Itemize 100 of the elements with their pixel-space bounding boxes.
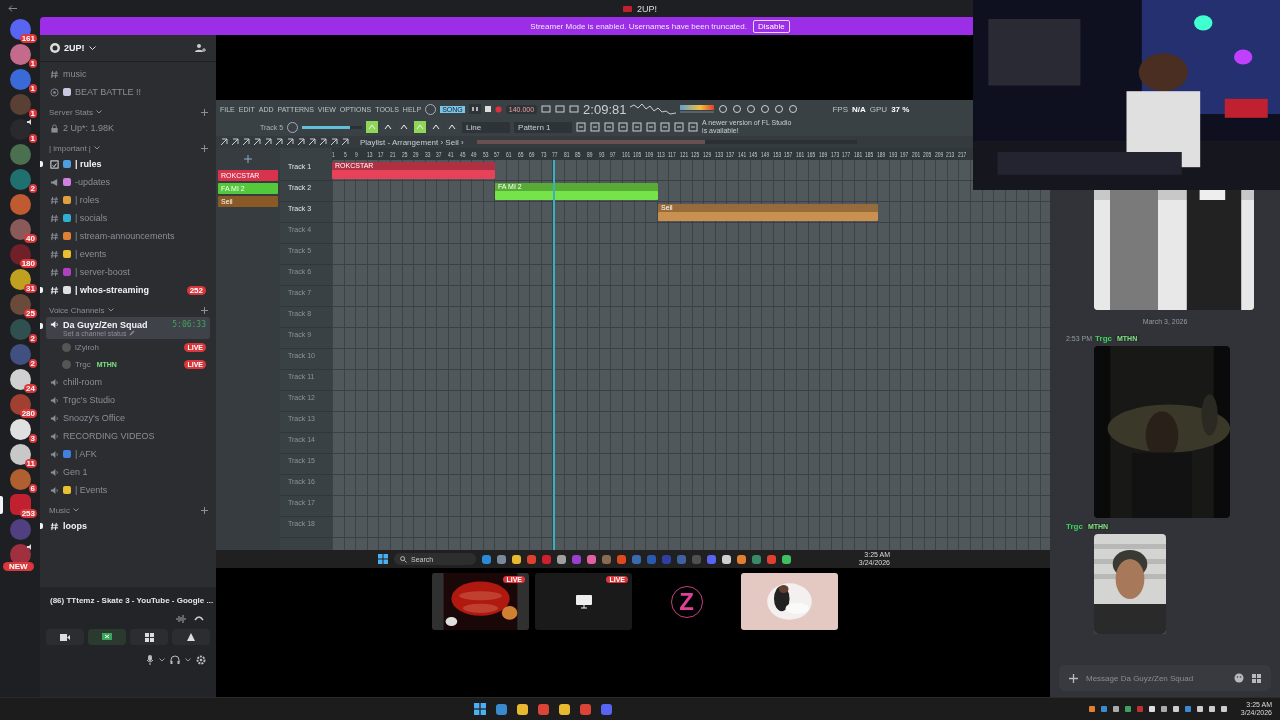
channel-item[interactable]: Snoozy's Office <box>46 409 210 427</box>
stream-title[interactable]: (86) TTtemz - Skate 3 - YouTube - Google ... <box>50 595 214 605</box>
tool-icon[interactable] <box>231 138 239 146</box>
plus-icon[interactable] <box>201 108 208 116</box>
channel-item[interactable]: | roles <box>46 191 210 209</box>
channel-item[interactable]: | AFK <box>46 445 210 463</box>
plus-icon[interactable] <box>1069 673 1078 683</box>
channel-item[interactable]: music <box>46 65 210 83</box>
plus-icon[interactable] <box>201 144 208 152</box>
start-icon[interactable] <box>378 554 388 564</box>
toolbar-icon[interactable] <box>746 104 757 114</box>
channel-item[interactable]: BEAT BATTLE !! <box>46 83 210 101</box>
snap-dropdown[interactable]: Line <box>462 121 511 133</box>
pencil-icon[interactable] <box>129 330 136 336</box>
channel-item[interactable]: RECORDING VIDEOS <box>46 427 210 445</box>
channel-item[interactable]: | server-boost <box>46 263 210 281</box>
server-avatar[interactable] <box>9 119 31 140</box>
add-icon[interactable] <box>243 155 253 163</box>
settings-icon[interactable] <box>196 655 206 665</box>
user-name[interactable]: Trgc <box>75 360 91 369</box>
tool-icon[interactable] <box>286 138 294 146</box>
author-name[interactable]: Trgc <box>1095 334 1112 343</box>
toolbar-icon[interactable] <box>604 122 615 132</box>
toolbar-icon[interactable] <box>760 104 771 114</box>
screen-share-button[interactable] <box>88 629 126 645</box>
toolbar-icon[interactable] <box>646 122 657 132</box>
toolbar-icon[interactable] <box>660 122 671 132</box>
chevron-down-icon[interactable] <box>107 308 114 312</box>
author-name[interactable]: Trgc <box>1066 522 1083 531</box>
tool-icon[interactable] <box>275 138 283 146</box>
channel-item[interactable]: -updates <box>46 173 210 191</box>
server-avatar[interactable] <box>9 419 31 440</box>
tool-icon[interactable] <box>297 138 305 146</box>
category-header[interactable]: Music <box>49 505 70 515</box>
tool-icon[interactable] <box>341 138 349 146</box>
channel-item[interactable]: 2 Up*: 1.98K <box>46 119 210 137</box>
pause-icon[interactable] <box>468 104 481 114</box>
plus-icon[interactable] <box>201 306 208 314</box>
back-arrow-icon[interactable] <box>8 5 17 12</box>
channel-item[interactable]: Trgc's Studio <box>46 391 210 409</box>
channel-item[interactable]: | stream-announcements <box>46 227 210 245</box>
channel-item[interactable]: | whos-streaming 252 <box>46 281 210 299</box>
channel-item[interactable]: | socials <box>46 209 210 227</box>
camera-button[interactable] <box>46 629 84 645</box>
start-icon[interactable] <box>474 703 487 715</box>
monitor-icon[interactable] <box>575 594 592 609</box>
stop-icon[interactable] <box>484 106 491 112</box>
taskbar-app-icon[interactable] <box>496 703 508 715</box>
taskbar-app-icon[interactable] <box>559 703 571 715</box>
tool-icon[interactable] <box>220 138 228 146</box>
waveform-icon[interactable] <box>176 615 186 623</box>
microphone-icon[interactable] <box>146 655 154 665</box>
channel-item[interactable]: | Events <box>46 481 210 499</box>
tool-icon[interactable] <box>242 138 250 146</box>
soundboard-button[interactable] <box>172 629 210 645</box>
toolbar-icon[interactable] <box>774 104 785 114</box>
plus-icon[interactable] <box>201 506 208 514</box>
channel-item[interactable]: loops <box>46 517 210 535</box>
caret-icon[interactable] <box>185 658 191 662</box>
channel-item[interactable]: Gen 1 <box>46 463 210 481</box>
toolbar-icon[interactable] <box>788 104 799 114</box>
toolbar-icon[interactable] <box>718 104 729 114</box>
caret-icon[interactable] <box>159 658 165 662</box>
apps-icon[interactable] <box>1252 673 1261 683</box>
toolbar-icon[interactable] <box>541 104 552 114</box>
headphones-icon[interactable] <box>170 655 180 665</box>
hang-up-icon[interactable] <box>194 615 204 621</box>
playlist-breadcrumb[interactable]: Playlist - Arrangement › Seil › <box>360 137 464 147</box>
toolbar-icon[interactable] <box>555 104 566 114</box>
playhead[interactable] <box>553 160 556 550</box>
master-slider[interactable] <box>302 125 363 129</box>
toolbar-icon[interactable] <box>732 104 743 114</box>
toolbar-icon[interactable] <box>569 104 580 114</box>
tool-icon[interactable] <box>308 138 316 146</box>
chevron-down-icon[interactable] <box>72 508 79 512</box>
server-name[interactable]: 2UP! <box>64 43 85 53</box>
toolbar-icon[interactable] <box>590 122 601 132</box>
channel-item[interactable]: | events <box>46 245 210 263</box>
taskbar-app-icon[interactable] <box>517 703 529 715</box>
tool-icon[interactable] <box>264 138 272 146</box>
tool-icon[interactable] <box>330 138 338 146</box>
user-name[interactable]: lZyiroh <box>75 343 99 352</box>
add-member-icon[interactable] <box>195 43 206 53</box>
category-header[interactable]: Server Stats <box>49 107 93 117</box>
toolbar-icon[interactable] <box>674 122 685 132</box>
channel-item[interactable]: | rules <box>46 155 210 173</box>
channel-item[interactable]: chill-room <box>46 373 210 391</box>
category-header[interactable]: | important | <box>49 143 91 153</box>
toolbar-icon[interactable] <box>414 121 427 133</box>
toolbar-icon[interactable] <box>618 122 629 132</box>
emoji-icon[interactable] <box>1234 673 1244 683</box>
chevron-down-icon[interactable] <box>96 110 102 114</box>
toolbar-icon[interactable] <box>688 122 699 132</box>
category-header[interactable]: Voice Channels <box>49 305 105 315</box>
pattern-selector[interactable]: Pattern 1 <box>514 121 573 133</box>
activities-button[interactable] <box>130 629 168 645</box>
scrollbar[interactable] <box>476 140 857 144</box>
chevron-down-icon[interactable] <box>93 146 100 150</box>
toolbar-icon[interactable] <box>366 121 379 133</box>
tool-icon[interactable] <box>253 138 261 146</box>
